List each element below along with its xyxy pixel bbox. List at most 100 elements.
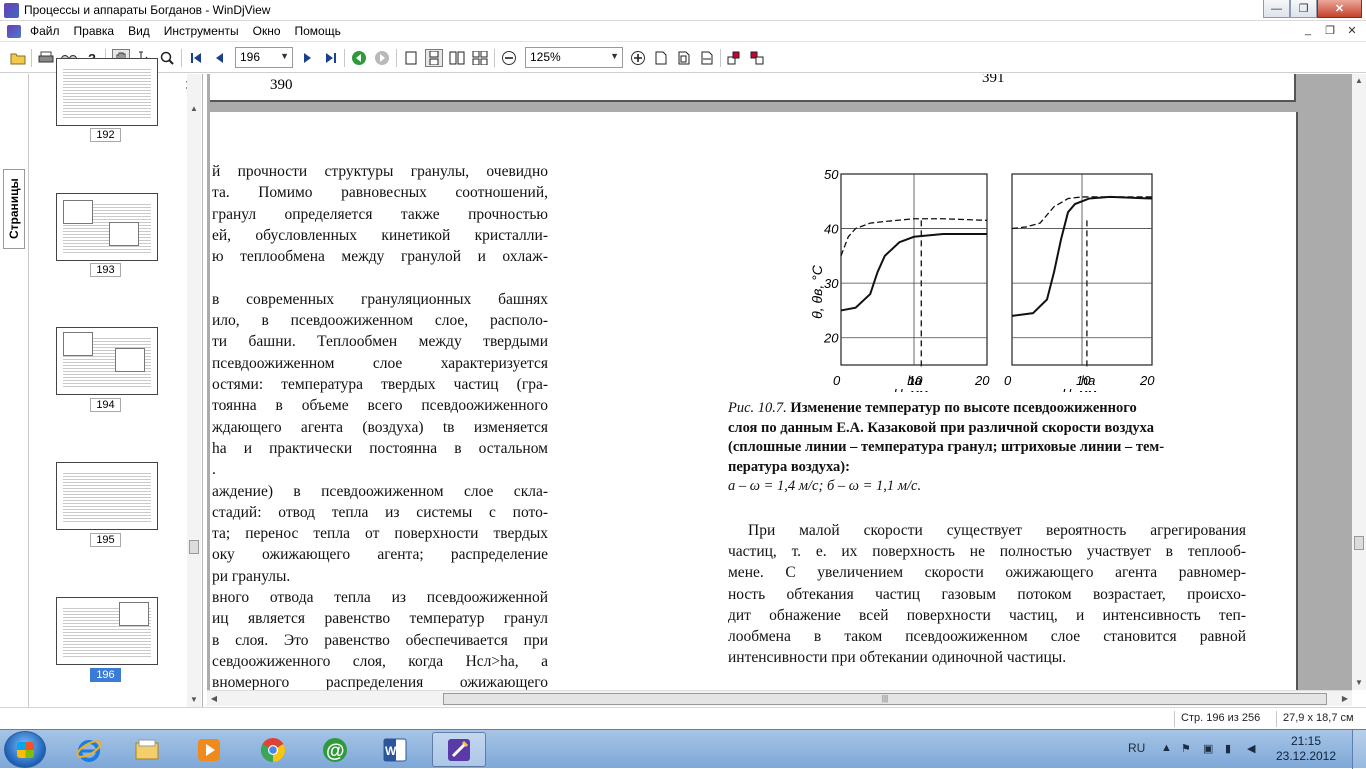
volume-icon[interactable]: ◀ (1247, 742, 1259, 756)
scroll-up-icon[interactable]: ▲ (187, 102, 201, 116)
print-icon[interactable] (37, 49, 55, 67)
current-page: й прочности структуры гранулы, очевидно т… (210, 112, 1298, 690)
forward-icon[interactable] (373, 49, 391, 67)
right-paragraph-line: лообмена в таком псевдоожиженном слое ст… (728, 628, 1246, 645)
open-icon[interactable] (9, 49, 27, 67)
thumbnail-label-192[interactable]: 192 (90, 128, 121, 142)
window-controls: — ❐ ✕ (1263, 0, 1362, 18)
thumbnail-192[interactable] (56, 58, 158, 126)
language-indicator[interactable]: RU (1128, 741, 1145, 755)
taskbar-mail-agent[interactable]: @ (308, 732, 362, 767)
thumbnail-196[interactable] (56, 597, 158, 665)
thumbnail-193[interactable] (56, 193, 158, 261)
scroll-thumb[interactable] (189, 540, 199, 554)
page-number-select[interactable]: 196 ▼ (235, 47, 293, 68)
taskbar-explorer[interactable] (120, 732, 174, 767)
scroll-thumb[interactable]: ||| (443, 693, 1327, 705)
menu-view[interactable]: Вид (128, 24, 157, 38)
page-number-390: 390 (270, 77, 293, 93)
maximize-button[interactable]: ❐ (1290, 0, 1317, 18)
menu-help[interactable]: Помощь (295, 24, 348, 38)
scroll-down-icon[interactable]: ▼ (1352, 676, 1366, 690)
thumbnail-label-194[interactable]: 194 (90, 398, 121, 412)
windjview-icon (448, 738, 470, 761)
caption-bold: Изменение температур по высоте псевдоожи… (790, 400, 1137, 416)
document-view[interactable]: 390 391 й прочности структуры гранулы, о… (207, 74, 1352, 690)
app-icon (4, 3, 19, 18)
svg-text:@: @ (326, 741, 345, 762)
x-axis-label: H, мм (1062, 386, 1097, 392)
scroll-up-icon[interactable]: ▲ (1352, 74, 1366, 88)
scroll-thumb[interactable] (1354, 536, 1364, 550)
left-column-line: ти башни. Теплообмен между твердыми (212, 333, 548, 351)
rotate-right-icon[interactable] (749, 49, 767, 67)
scroll-right-icon[interactable]: ▶ (1338, 692, 1352, 706)
left-column-line: вного отвода тепла из псевдоожиженной (212, 589, 548, 606)
document-icon[interactable] (7, 25, 21, 38)
left-column-line: ило, в псевдоожиженном слое, располо- (212, 312, 548, 330)
scroll-left-icon[interactable]: ◀ (207, 692, 221, 706)
facing-pages-icon[interactable] (448, 49, 466, 67)
taskbar-windjview[interactable] (432, 732, 486, 767)
thumbnails-scrollbar[interactable]: ▲ ▼ (187, 74, 201, 707)
minimize-button[interactable]: — (1263, 0, 1290, 18)
thumbnail-194[interactable] (56, 327, 158, 395)
rotate-left-icon[interactable] (726, 49, 744, 67)
thumbnail-label-193[interactable]: 193 (90, 263, 121, 277)
page-number-value: 196 (240, 50, 261, 64)
network-signal-icon[interactable]: ▮ (1225, 742, 1237, 756)
fit-width-icon[interactable] (698, 49, 716, 67)
close-button[interactable]: ✕ (1317, 0, 1362, 18)
device-icon[interactable]: ▣ (1203, 742, 1215, 756)
taskbar-media-player[interactable] (182, 732, 236, 767)
left-column-line: аждение) в псевдоожиженном слое скла- (212, 482, 548, 500)
menu-edit[interactable]: Правка (74, 24, 122, 38)
last-page-icon[interactable] (322, 49, 340, 67)
document-horizontal-scrollbar[interactable]: ◀ ||| ▶ (207, 690, 1352, 706)
scroll-down-icon[interactable]: ▼ (187, 693, 201, 707)
folder-icon (135, 739, 159, 759)
actual-size-icon[interactable] (652, 49, 670, 67)
flag-icon[interactable]: ⚑ (1181, 742, 1193, 756)
mdi-close-button[interactable]: ✕ (1344, 24, 1360, 37)
zoom-tool-icon[interactable] (158, 49, 176, 67)
menu-file[interactable]: Файл (30, 24, 67, 38)
left-column-line: й прочности структуры гранулы, очевидно (212, 163, 548, 180)
taskbar-chrome[interactable] (246, 732, 300, 767)
menu-tools[interactable]: Инструменты (164, 24, 246, 38)
start-button[interactable] (4, 731, 46, 768)
next-page-icon[interactable] (299, 49, 317, 67)
menu-window[interactable]: Окно (253, 24, 288, 38)
first-page-icon[interactable] (187, 49, 205, 67)
continuous-page-icon[interactable] (425, 49, 443, 67)
zoom-out-icon[interactable] (500, 49, 518, 67)
y-tick-label: 30 (824, 276, 839, 291)
zoom-select[interactable]: 125% ▼ (525, 47, 623, 68)
left-column-line: вномерного распределения ожижающего (212, 674, 548, 690)
prev-page-icon[interactable] (210, 49, 228, 67)
back-icon[interactable] (350, 49, 368, 67)
show-desktop-button[interactable] (1352, 730, 1366, 769)
thumbnail-label-196[interactable]: 196 (90, 668, 121, 682)
document-vertical-scrollbar[interactable]: ▲ ▼ (1352, 74, 1366, 690)
clock[interactable]: 21:15 23.12.2012 (1271, 734, 1341, 764)
mdi-minimize-button[interactable]: _ (1300, 24, 1316, 37)
status-page-info: Стр. 196 из 256 (1181, 712, 1261, 724)
figure-10-7: 01020haH, мм5040302001020haH, ммθ, θв, °… (809, 167, 1155, 392)
y-tick-label: 20 (823, 331, 839, 346)
menu-items: Файл Правка Вид Инструменты Окно Помощь (30, 24, 355, 38)
tab-pages[interactable]: Страницы (3, 169, 25, 249)
continuous-facing-icon[interactable] (471, 49, 489, 67)
taskbar-internet-explorer[interactable] (62, 732, 116, 767)
fit-page-icon[interactable] (675, 49, 693, 67)
chrome-icon (260, 737, 286, 762)
thumbnail-label-195[interactable]: 195 (90, 533, 121, 547)
show-hidden-icons-icon[interactable]: ▲ (1161, 742, 1173, 756)
caption-prefix: а – ω = 1,4 м/с; б – ω = 1,1 м/с. (728, 478, 922, 494)
taskbar-word[interactable]: W (368, 732, 422, 767)
zoom-in-icon[interactable] (629, 49, 647, 67)
mdi-restore-button[interactable]: ❐ (1322, 24, 1338, 37)
single-page-icon[interactable] (402, 49, 420, 67)
thumbnail-195[interactable] (56, 462, 158, 530)
caption-line: а – ω = 1,4 м/с; б – ω = 1,1 м/с. (728, 477, 1248, 496)
